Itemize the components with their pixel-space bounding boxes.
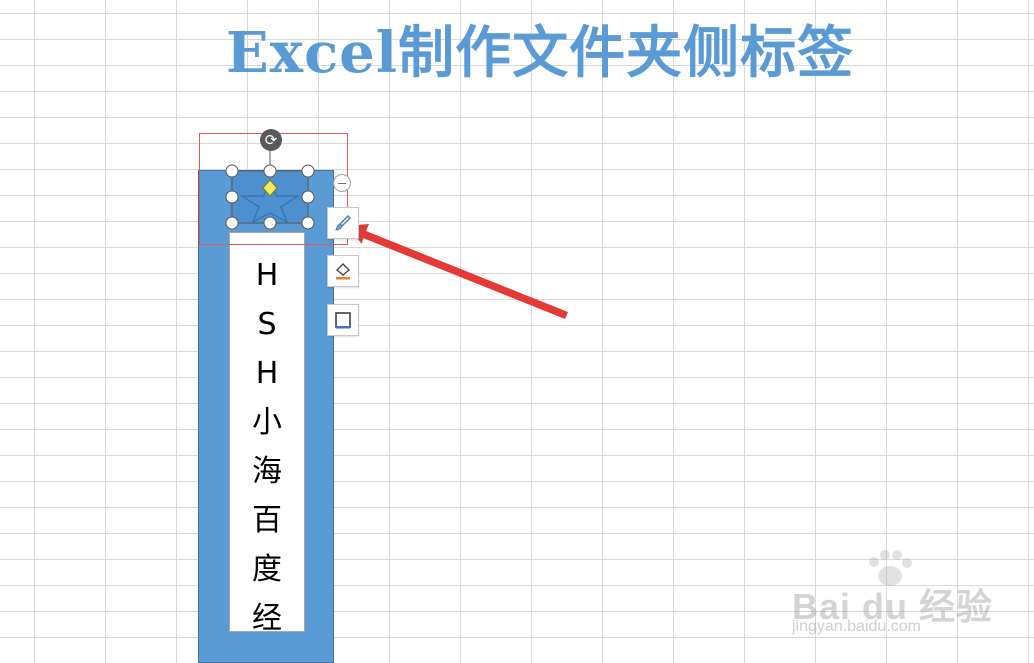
label-char: 小 xyxy=(252,405,282,440)
shape-style-button[interactable] xyxy=(327,207,359,239)
outline-button[interactable] xyxy=(327,304,359,336)
paint-bucket-icon xyxy=(336,263,350,280)
label-char: H xyxy=(255,356,279,391)
page-title: Excel制作文件夹侧标签 xyxy=(226,20,855,86)
rotate-icon[interactable]: ⟳ xyxy=(260,129,282,151)
label-char: 百 xyxy=(252,503,282,538)
label-char: S xyxy=(257,307,277,342)
brush-icon xyxy=(335,215,351,231)
label-char: 海 xyxy=(252,454,282,489)
label-char: H xyxy=(255,258,279,293)
label-char: 经 xyxy=(252,601,282,636)
minus-circle-icon[interactable] xyxy=(333,174,351,192)
fill-color-button[interactable] xyxy=(327,255,359,287)
watermark-url: jingyan.baidu.com xyxy=(792,618,921,635)
label-text-box[interactable]: H S H 小 海 百 度 经 xyxy=(229,232,305,636)
outline-square-icon xyxy=(335,312,351,329)
label-char: 度 xyxy=(252,552,282,587)
baidu-watermark: Bai du 经验 jingyan.baidu.com xyxy=(790,548,992,648)
